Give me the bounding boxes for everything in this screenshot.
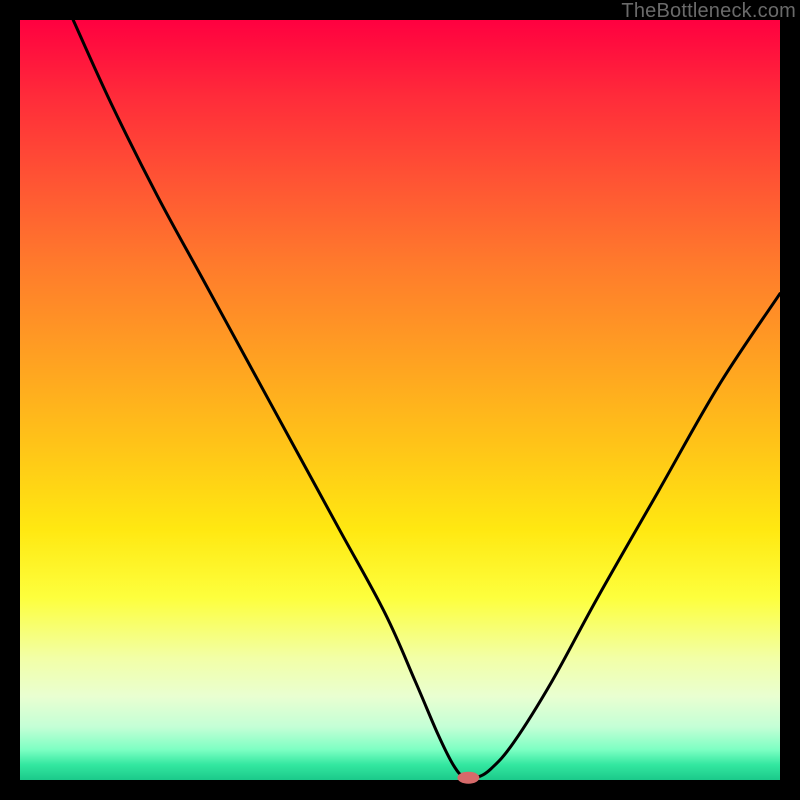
minimum-marker bbox=[457, 772, 479, 784]
plot-area bbox=[20, 20, 780, 780]
bottleneck-curve bbox=[73, 20, 780, 779]
curve-svg bbox=[20, 20, 780, 780]
chart-frame: TheBottleneck.com bbox=[0, 0, 800, 800]
